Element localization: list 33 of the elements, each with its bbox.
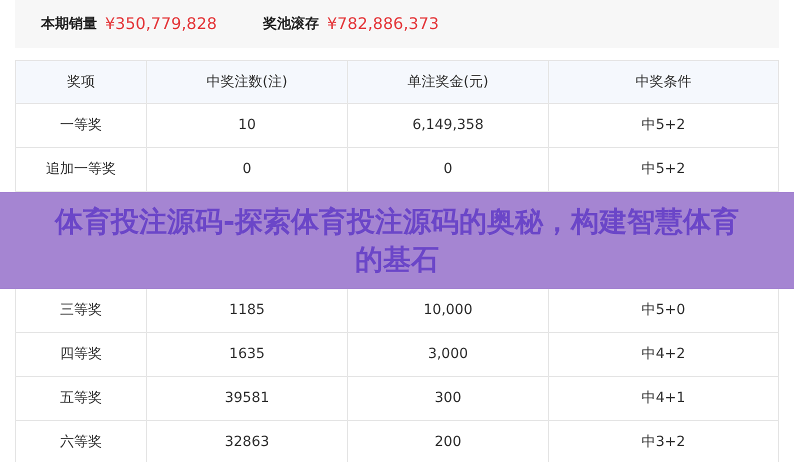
table-cell: 追加一等奖: [16, 148, 147, 191]
table-cell-text: 中5+0: [640, 301, 686, 320]
table-cell: 39581: [147, 377, 348, 420]
banner-title: 体育投注源码-探索体育投注源码的奥秘，构建智慧体育的基石: [53, 204, 740, 278]
summary-value: ¥782,886,373: [326, 13, 439, 35]
table-cell: 200: [348, 421, 549, 462]
table-cell: 6,149,358: [348, 104, 549, 147]
table-cell: 0: [147, 148, 348, 191]
summary-label: 奖池滚存: [262, 14, 319, 34]
table-cell: 五等奖: [16, 377, 147, 420]
column-header: 奖项: [16, 61, 147, 103]
table-cell: 3,000: [348, 333, 549, 376]
table-cell: 10: [147, 104, 348, 147]
table-cell-text: 中4+2: [640, 345, 686, 364]
table-cell: 10,000: [348, 289, 549, 332]
table-cell: 0: [348, 148, 549, 191]
summary-label: 本期销量: [41, 14, 97, 34]
table-cell: 三等奖: [16, 289, 147, 332]
table-cell: 32863: [147, 421, 348, 462]
table-cell-text: 中5+2: [640, 160, 686, 179]
table-cell: 四等奖: [16, 333, 147, 376]
table-cell: 一等奖: [16, 104, 147, 147]
column-header: 中奖条件: [634, 72, 692, 92]
summary-value: ¥350,779,828: [105, 13, 217, 35]
table-cell: 1635: [147, 333, 348, 376]
table-cell: 300: [348, 377, 549, 420]
column-header: 单注奖金(元): [348, 61, 549, 103]
column-header: 中奖注数(注): [147, 61, 348, 103]
table-cell: 1185: [147, 289, 348, 332]
table-cell-text: 中3+2: [640, 433, 686, 452]
table-cell-text: 中5+2: [640, 116, 686, 135]
table-cell: 六等奖: [16, 421, 147, 462]
table-cell-text: 中4+1: [640, 389, 686, 408]
